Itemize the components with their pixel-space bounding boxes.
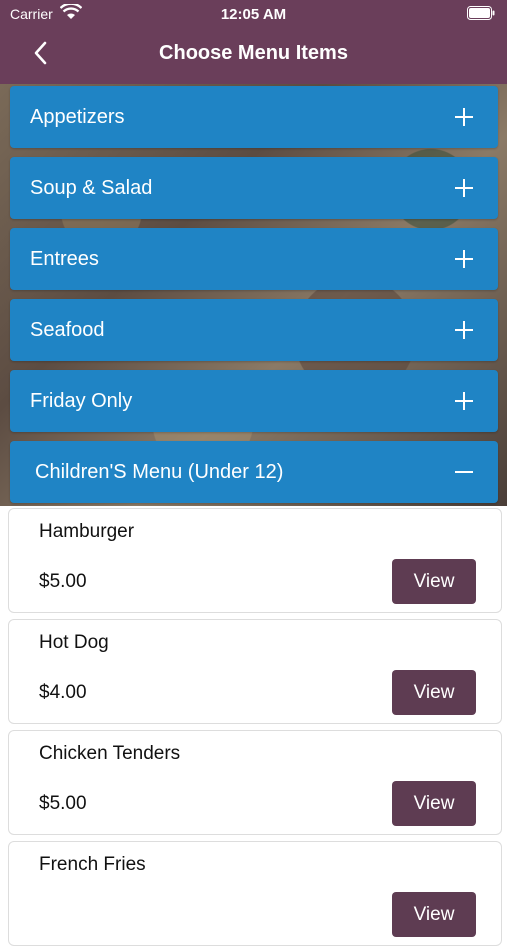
category-childrens-menu[interactable]: Children'S Menu (Under 12) (10, 441, 498, 503)
item-name: French Fries (39, 854, 146, 875)
plus-icon (455, 179, 473, 197)
category-label: Appetizers (30, 106, 125, 128)
plus-icon (455, 321, 473, 339)
plus-icon (455, 250, 473, 268)
item-price: $4.00 (39, 682, 87, 703)
page-title: Choose Menu Items (159, 42, 348, 64)
item-price: $5.00 (39, 571, 87, 592)
battery-icon (467, 6, 495, 20)
view-button[interactable]: View (392, 559, 476, 604)
category-seafood[interactable]: Seafood (10, 299, 498, 361)
menu-item-card: French Fries View (8, 841, 502, 946)
menu-item-card: Chicken Tenders $5.00 View (8, 730, 502, 835)
item-name: Hot Dog (39, 632, 109, 653)
category-entrees[interactable]: Entrees (10, 228, 498, 290)
category-label: Friday Only (30, 390, 133, 412)
plus-icon (455, 392, 473, 410)
category-soup-salad[interactable]: Soup & Salad (10, 157, 498, 219)
view-button[interactable]: View (392, 670, 476, 715)
item-name: Hamburger (39, 521, 135, 542)
item-price: $5.00 (39, 793, 87, 814)
menu-item-card: Hot Dog $4.00 View (8, 619, 502, 724)
category-label: Entrees (30, 248, 99, 270)
category-label: Seafood (30, 319, 105, 341)
menu-item-card: Hamburger $5.00 View (8, 508, 502, 613)
app-header: Carrier 12:05 AM Choose Menu Items (0, 0, 507, 84)
category-appetizers[interactable]: Appetizers (10, 86, 498, 148)
status-time: 12:05 AM (220, 6, 287, 23)
category-label: Children'S Menu (Under 12) (35, 461, 284, 483)
status-bar: Carrier 12:05 AM (0, 0, 507, 28)
category-friday-only[interactable]: Friday Only (10, 370, 498, 432)
item-name: Chicken Tenders (39, 743, 181, 764)
menu-item-list: Hamburger $5.00 View Hot Dog $4.00 View … (0, 506, 507, 946)
plus-icon (455, 108, 473, 126)
nav-bar: Choose Menu Items (0, 30, 507, 78)
view-button[interactable]: View (392, 781, 476, 826)
category-label: Soup & Salad (30, 177, 153, 199)
minus-icon (455, 471, 473, 473)
view-button[interactable]: View (392, 892, 476, 937)
